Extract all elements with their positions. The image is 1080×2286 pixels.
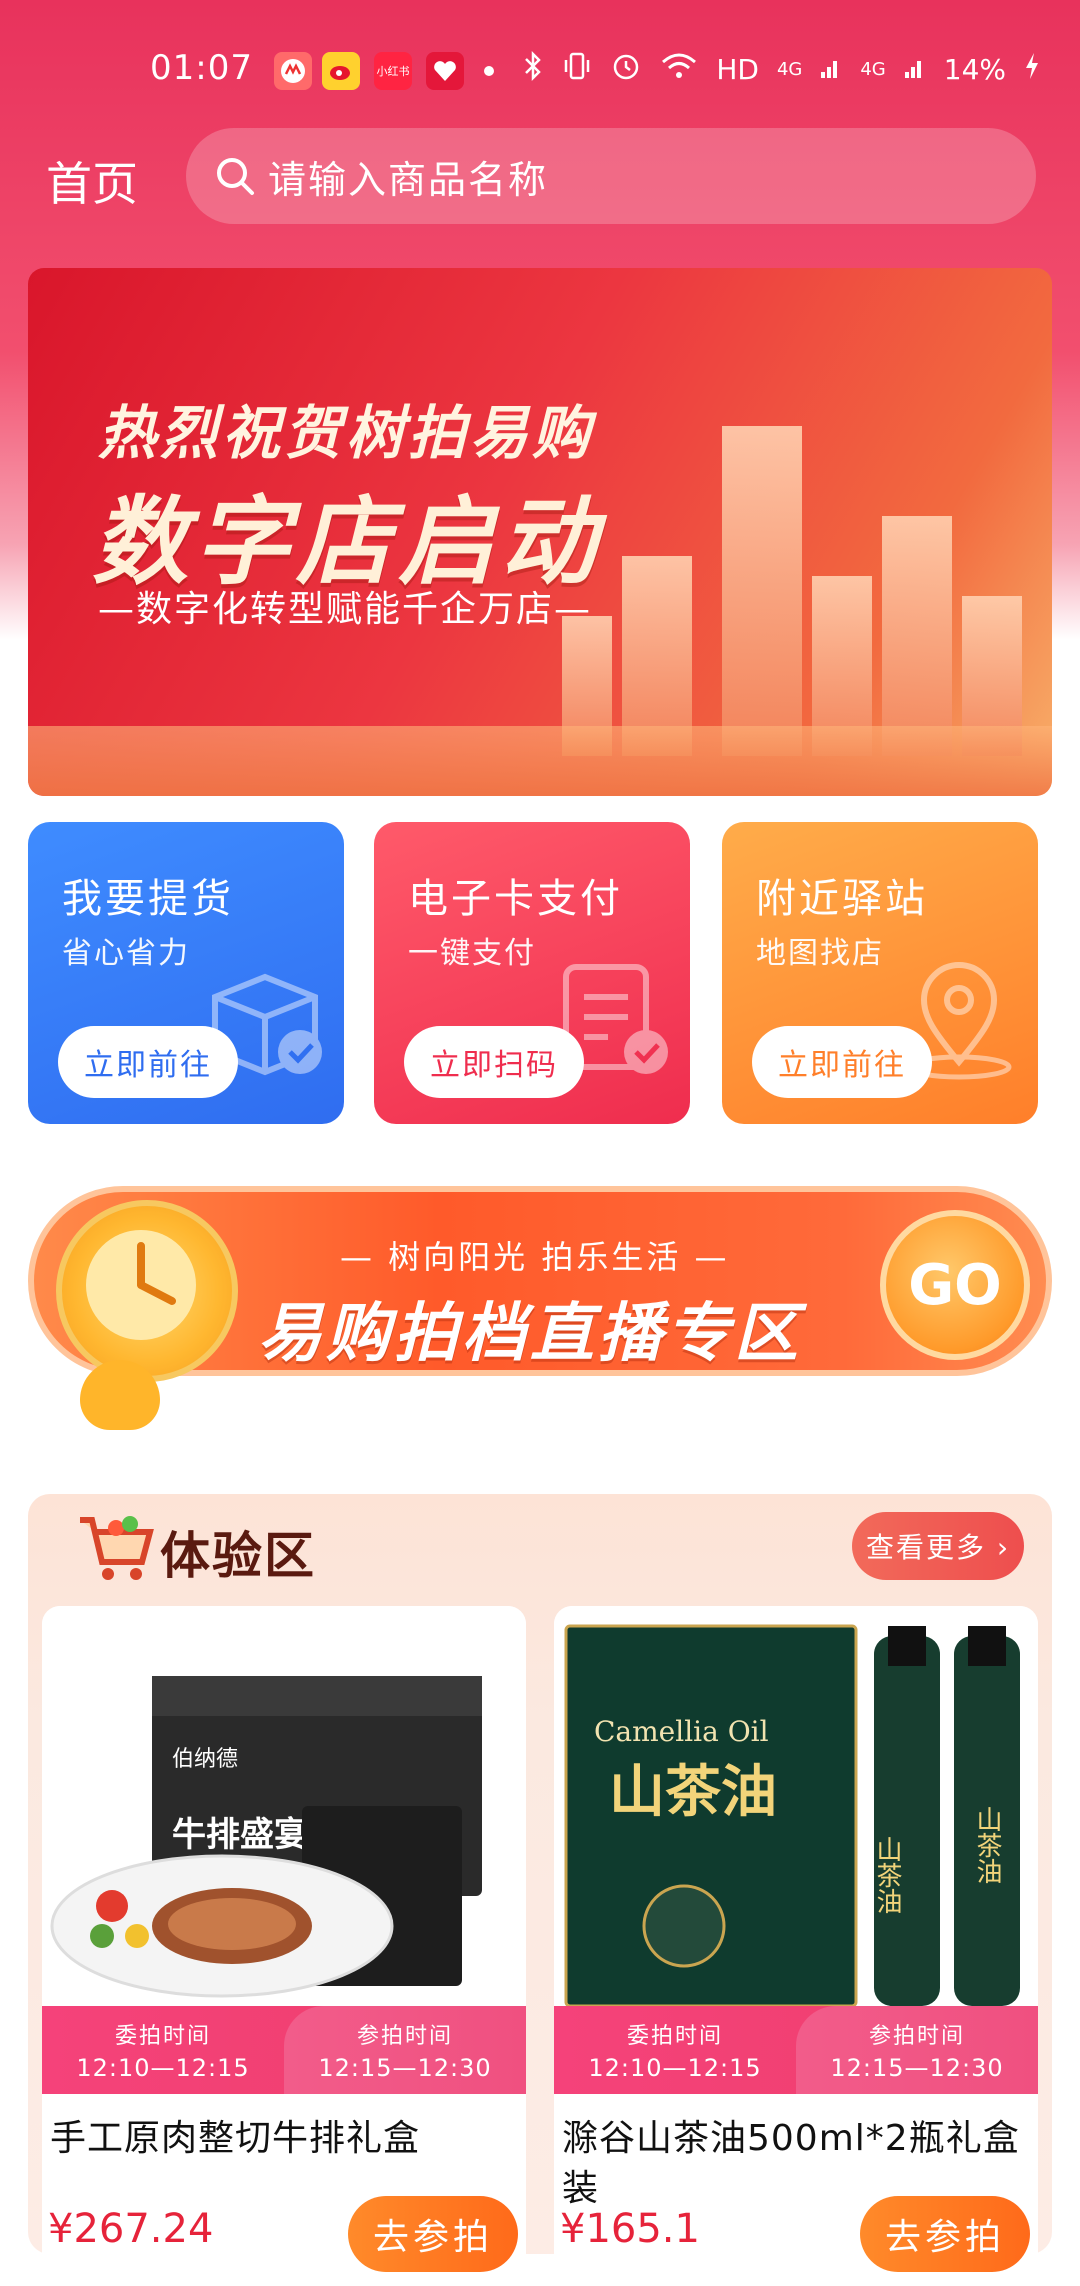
vibrate-icon xyxy=(562,50,592,89)
product-card-steak[interactable]: 伯纳德 牛排盛宴 委拍时间 12:10—12:15 参拍时间 12:15—12:… xyxy=(42,1606,526,2286)
nearby-station-card[interactable]: 附近驿站 地图找店 立即前往 xyxy=(722,822,1038,1124)
search-bar[interactable]: 请输入商品名称 xyxy=(186,128,1036,224)
experience-title: 体验区 xyxy=(160,1527,316,1585)
alarm-icon xyxy=(610,50,642,89)
nearby-station-subtitle: 地图找店 xyxy=(756,936,884,971)
pickup-subtitle: 省心省力 xyxy=(62,936,190,971)
banner-ground xyxy=(28,726,1052,796)
alarm-clock-illustration xyxy=(56,1200,238,1382)
bid-time: 参拍时间 12:15—12:30 xyxy=(284,2006,526,2094)
scan-code-button[interactable]: 立即扫码 xyxy=(404,1026,584,1098)
signal-4g-label-1: 4G xyxy=(776,59,803,80)
hd-label: HD xyxy=(716,53,759,86)
charging-icon xyxy=(1024,51,1040,88)
ecard-pay-card[interactable]: 电子卡支付 一键支付 立即扫码 xyxy=(374,822,690,1124)
product-price: ¥267.24 xyxy=(48,2206,214,2252)
search-input[interactable]: 请输入商品名称 xyxy=(268,149,548,204)
wifi-icon xyxy=(660,51,698,88)
join-auction-button[interactable]: 去参拍 xyxy=(348,2196,518,2272)
nearby-go-button[interactable]: 立即前往 xyxy=(752,1026,932,1098)
join-auction-button[interactable]: 去参拍 xyxy=(860,2196,1030,2272)
banner-headline: 热烈祝贺树拍易购 xyxy=(98,399,595,467)
ecard-pay-title: 电子卡支付 xyxy=(408,876,623,922)
more-notifications-dot xyxy=(484,66,494,76)
pickup-go-button[interactable]: 立即前往 xyxy=(58,1026,238,1098)
weibo-icon xyxy=(322,52,360,90)
bid-time-value: 12:15—12:30 xyxy=(830,2054,1004,2082)
battery-percent: 14% xyxy=(943,53,1006,86)
auction-time-strip: 委拍时间 12:10—12:15 参拍时间 12:15—12:30 xyxy=(554,2006,1038,2094)
shopping-cart-icon xyxy=(80,1516,154,1580)
nearby-station-title: 附近驿站 xyxy=(756,876,928,922)
oil-bottle-label-2: 山茶油 xyxy=(972,1806,1002,1884)
ecard-pay-subtitle: 一键支付 xyxy=(408,936,536,971)
oil-bottle-label-1: 山茶油 xyxy=(872,1836,902,1914)
consign-time-value: 12:10—12:15 xyxy=(76,2054,250,2082)
consign-time: 委拍时间 12:10—12:15 xyxy=(42,2006,284,2094)
product-card-camellia-oil[interactable]: Camellia Oil 山茶油 山茶油 山茶油 委拍时间 12:10—12:1… xyxy=(554,1606,1038,2286)
steak-gift-box-image: 伯纳德 牛排盛宴 xyxy=(42,1606,526,2006)
oil-box-chinese: 山茶油 xyxy=(609,1759,777,1825)
consign-time-value: 12:10—12:15 xyxy=(588,2054,762,2082)
bid-time: 参拍时间 12:15—12:30 xyxy=(796,2006,1038,2094)
city-skyline-illustration xyxy=(562,336,1032,756)
bid-time-value: 12:15—12:30 xyxy=(318,2054,492,2082)
pickup-card[interactable]: 我要提货 省心省力 立即前往 xyxy=(28,822,344,1124)
status-indicators: HD 4G 4G 14% xyxy=(522,50,1040,89)
bid-time-label: 参拍时间 xyxy=(356,2024,453,2049)
consign-time-label: 委拍时间 xyxy=(114,2024,211,2049)
live-subtitle: — 树向阳光 拍乐生活 — xyxy=(340,1238,730,1276)
go-button[interactable]: GO xyxy=(880,1210,1030,1360)
pickup-title: 我要提货 xyxy=(62,876,234,922)
bluetooth-icon xyxy=(522,50,544,89)
oil-box-english: Camellia Oil xyxy=(594,1715,769,1748)
product-price: ¥165.1 xyxy=(560,2206,700,2252)
auction-time-strip: 委拍时间 12:10—12:15 参拍时间 12:15—12:30 xyxy=(42,2006,526,2094)
live-title: 易购拍档直播专区 xyxy=(258,1297,802,1371)
xiaohongshu-icon: 小红书 xyxy=(374,52,412,90)
signal-4g-label-2: 4G xyxy=(860,59,886,80)
page-title[interactable]: 首页 xyxy=(46,148,138,214)
signal-bars-icon-2 xyxy=(904,52,926,87)
camellia-oil-gift-box-image: Camellia Oil 山茶油 山茶油 山茶油 xyxy=(554,1606,1038,2006)
steak-box-text: 牛排盛宴 xyxy=(172,1815,308,1855)
status-time: 01:07 xyxy=(150,48,253,88)
view-more-button[interactable]: 查看更多 › xyxy=(852,1512,1024,1580)
signal-bars-icon-1 xyxy=(820,52,842,87)
search-icon xyxy=(217,158,254,195)
consign-time: 委拍时间 12:10—12:15 xyxy=(554,2006,796,2094)
app-notification-icon xyxy=(274,52,312,90)
bid-time-label: 参拍时间 xyxy=(868,2024,965,2049)
promo-banner[interactable]: 热烈祝贺树拍易购 数字店启动 —数字化转型赋能千企万店— xyxy=(28,268,1052,796)
product-name: 手工原肉整切牛排礼盒 xyxy=(50,2118,421,2159)
status-bar: 01:07 小红书 HD 4G 4G 14% xyxy=(0,0,1080,140)
app-heart-icon xyxy=(426,52,464,90)
money-bag-icon xyxy=(80,1360,160,1430)
banner-subtitle: —数字化转型赋能千企万店— xyxy=(98,589,593,630)
consign-time-label: 委拍时间 xyxy=(626,2024,723,2049)
steak-box-brand: 伯纳德 xyxy=(172,1747,238,1772)
